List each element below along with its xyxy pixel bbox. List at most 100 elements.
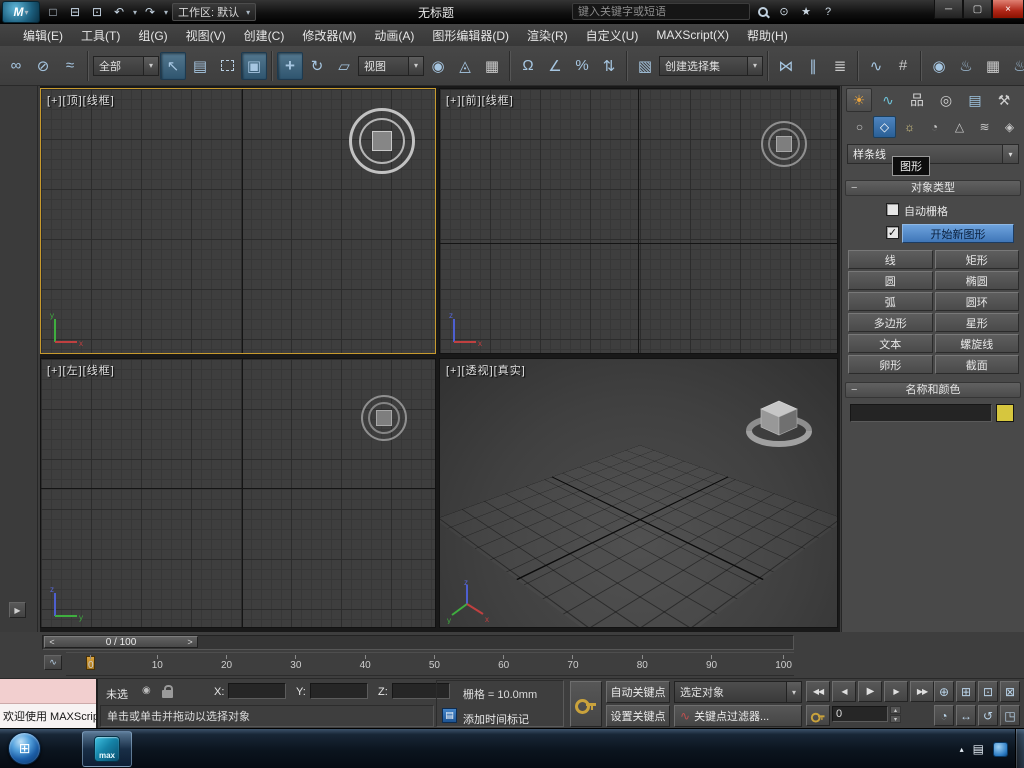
layer-manager-icon[interactable]: ≣ bbox=[827, 52, 853, 80]
workspace-dropdown[interactable]: 工作区: 默认 ▾ bbox=[172, 3, 257, 21]
viewport-perspective[interactable]: [+][透视][真实] z y x bbox=[439, 358, 838, 628]
start-new-shape-button[interactable]: 开始新图形 bbox=[902, 224, 1014, 243]
redo-caret-icon[interactable]: ▾ bbox=[164, 8, 168, 17]
time-slider-handle[interactable]: < 0 / 100 > bbox=[44, 636, 198, 648]
reference-coordinate-dropdown[interactable]: 视图 ▾ bbox=[358, 55, 424, 76]
select-and-move-icon[interactable]: + bbox=[277, 51, 303, 80]
undo-icon[interactable]: ↶ bbox=[110, 3, 128, 21]
next-frame-button[interactable]: ▶ bbox=[884, 681, 908, 702]
select-and-rotate-icon[interactable]: ↻ bbox=[304, 52, 330, 80]
tab-utilities-icon[interactable]: ⚒ bbox=[991, 88, 1017, 112]
maxscript-mini-listener[interactable]: 欢迎使用 MAXScript bbox=[0, 679, 98, 729]
search-input[interactable] bbox=[572, 3, 750, 20]
rectangular-selection-region-icon[interactable] bbox=[214, 52, 240, 80]
mini-curve-editor-button[interactable]: ∿ bbox=[44, 655, 62, 670]
go-to-start-button[interactable]: ◀◀ bbox=[806, 681, 830, 702]
curve-editor-icon[interactable]: ∿ bbox=[863, 52, 889, 80]
auto-key-button[interactable]: 自动关键点 bbox=[606, 681, 670, 703]
category-shapes-icon[interactable]: ◇ bbox=[873, 116, 896, 138]
unlink-selection-icon[interactable]: ⊘ bbox=[30, 52, 56, 80]
start-new-shape-checkbox[interactable]: ✓ bbox=[886, 226, 899, 239]
selection-lock-icon[interactable] bbox=[162, 685, 173, 698]
search-icon[interactable] bbox=[756, 5, 770, 19]
application-menu-button[interactable]: M ▾ bbox=[2, 1, 40, 23]
edit-named-selection-sets-icon[interactable]: ▧ bbox=[632, 52, 658, 80]
menu-item-tools[interactable]: 工具(T) bbox=[72, 24, 129, 47]
menu-item-edit[interactable]: 编辑(E) bbox=[14, 24, 72, 47]
bind-to-space-warp-icon[interactable]: ≈ bbox=[57, 52, 83, 80]
name-color-rollout[interactable]: − 名称和颜色 bbox=[845, 382, 1021, 398]
macro-recorder-line[interactable] bbox=[0, 679, 96, 704]
use-pivot-center-icon[interactable]: ◉ bbox=[425, 52, 451, 80]
next-frame-arrow[interactable]: > bbox=[183, 637, 197, 647]
category-helpers-icon[interactable]: △ bbox=[948, 116, 971, 138]
viewport-perspective-label[interactable]: [+][透视][真实] bbox=[446, 362, 526, 378]
menu-item-graph-editors[interactable]: 图形编辑器(D) bbox=[423, 24, 518, 47]
pan-view-icon[interactable]: ↔ bbox=[956, 705, 976, 726]
orbit-icon[interactable]: ↺ bbox=[978, 705, 998, 726]
menu-item-views[interactable]: 视图(V) bbox=[177, 24, 235, 47]
key-set-dropdown[interactable]: 选定对象 ▾ bbox=[674, 681, 802, 703]
tab-display-icon[interactable]: ▤ bbox=[962, 88, 988, 112]
isolate-selection-icon[interactable]: ◉ bbox=[142, 685, 151, 696]
select-and-scale-icon[interactable]: ▱ bbox=[331, 52, 357, 80]
menu-item-modifiers[interactable]: 修改器(M) bbox=[293, 24, 365, 47]
track-bar[interactable]: 0 10 20 30 40 50 60 70 80 90 100 bbox=[66, 652, 794, 676]
menu-item-animation[interactable]: 动画(A) bbox=[365, 24, 423, 47]
x-coordinate-field[interactable] bbox=[228, 683, 286, 699]
zoom-extents-all-icon[interactable]: ⊠ bbox=[1000, 681, 1020, 702]
maximize-button[interactable]: ▢ bbox=[963, 0, 992, 19]
viewport-left[interactable]: [+][左][线框] z y bbox=[40, 358, 436, 628]
box-and-torus-object[interactable] bbox=[740, 389, 818, 455]
category-systems-icon[interactable]: ◈ bbox=[998, 116, 1021, 138]
select-by-name-icon[interactable]: ▤ bbox=[187, 52, 213, 80]
select-and-link-icon[interactable]: ∞ bbox=[3, 52, 29, 80]
show-desktop-button[interactable] bbox=[1015, 729, 1024, 768]
help-icon[interactable]: ? bbox=[820, 4, 836, 20]
open-file-icon[interactable]: ⊟ bbox=[66, 3, 84, 21]
zoom-extents-icon[interactable]: ⊡ bbox=[978, 681, 998, 702]
btn-star[interactable]: 星形 bbox=[934, 313, 1019, 332]
maximize-viewport-toggle-icon[interactable]: ◳ bbox=[1000, 705, 1020, 726]
zoom-icon[interactable]: ⊕ bbox=[934, 681, 954, 702]
menu-item-group[interactable]: 组(G) bbox=[129, 24, 176, 47]
schematic-view-icon[interactable]: # bbox=[890, 52, 916, 80]
btn-circle[interactable]: 圆 bbox=[848, 271, 933, 290]
btn-rectangle[interactable]: 矩形 bbox=[934, 250, 1019, 269]
show-hidden-icons[interactable]: ▴ bbox=[960, 745, 964, 754]
render-setup-icon[interactable]: ♨ bbox=[953, 52, 979, 80]
taskbar-3dsmax-button[interactable]: max bbox=[82, 731, 132, 767]
tab-create-icon[interactable]: ☀ bbox=[846, 88, 872, 112]
go-to-end-button[interactable]: ▶▶ bbox=[910, 681, 934, 702]
btn-arc[interactable]: 弧 bbox=[848, 292, 933, 311]
object-type-rollout[interactable]: − 对象类型 bbox=[845, 180, 1021, 196]
viewport-left-label[interactable]: [+][左][线框] bbox=[47, 362, 115, 378]
menu-item-help[interactable]: 帮助(H) bbox=[738, 24, 797, 47]
spinner-down-icon[interactable]: ▾ bbox=[890, 715, 901, 723]
time-tag-icon[interactable]: ▤ bbox=[442, 708, 457, 723]
render-production-icon[interactable]: ♨ bbox=[1007, 52, 1024, 80]
percent-snap-icon[interactable]: % bbox=[569, 52, 595, 80]
rendered-frame-window-icon[interactable]: ▦ bbox=[980, 52, 1006, 80]
spinner-up-icon[interactable]: ▴ bbox=[890, 706, 901, 714]
menu-item-maxscript[interactable]: MAXScript(X) bbox=[647, 25, 738, 45]
object-color-swatch[interactable] bbox=[996, 404, 1014, 422]
key-mode-toggle-button[interactable] bbox=[806, 705, 830, 726]
box-object[interactable] bbox=[376, 410, 392, 426]
category-cameras-icon[interactable]: ◔ bbox=[923, 116, 946, 138]
start-button[interactable]: ⊞ bbox=[8, 732, 41, 765]
set-key-big-button[interactable] bbox=[570, 681, 602, 727]
previous-frame-button[interactable]: ◀ bbox=[832, 681, 856, 702]
window-crossing-toggle-icon[interactable]: ▣ bbox=[241, 51, 267, 80]
category-lights-icon[interactable]: ☼ bbox=[898, 116, 921, 138]
btn-egg[interactable]: 卵形 bbox=[848, 355, 933, 374]
select-and-manipulate-icon[interactable]: ◬ bbox=[452, 52, 478, 80]
redo-icon[interactable]: ↷ bbox=[141, 3, 159, 21]
favorites-icon[interactable]: ★ bbox=[798, 4, 814, 20]
play-button[interactable]: ▶ bbox=[858, 681, 882, 702]
btn-line[interactable]: 线 bbox=[848, 250, 933, 269]
btn-ellipse[interactable]: 椭圆 bbox=[934, 271, 1019, 290]
btn-helix[interactable]: 螺旋线 bbox=[934, 334, 1019, 353]
mirror-icon[interactable]: ⋈ bbox=[773, 52, 799, 80]
box-object[interactable] bbox=[372, 131, 392, 151]
